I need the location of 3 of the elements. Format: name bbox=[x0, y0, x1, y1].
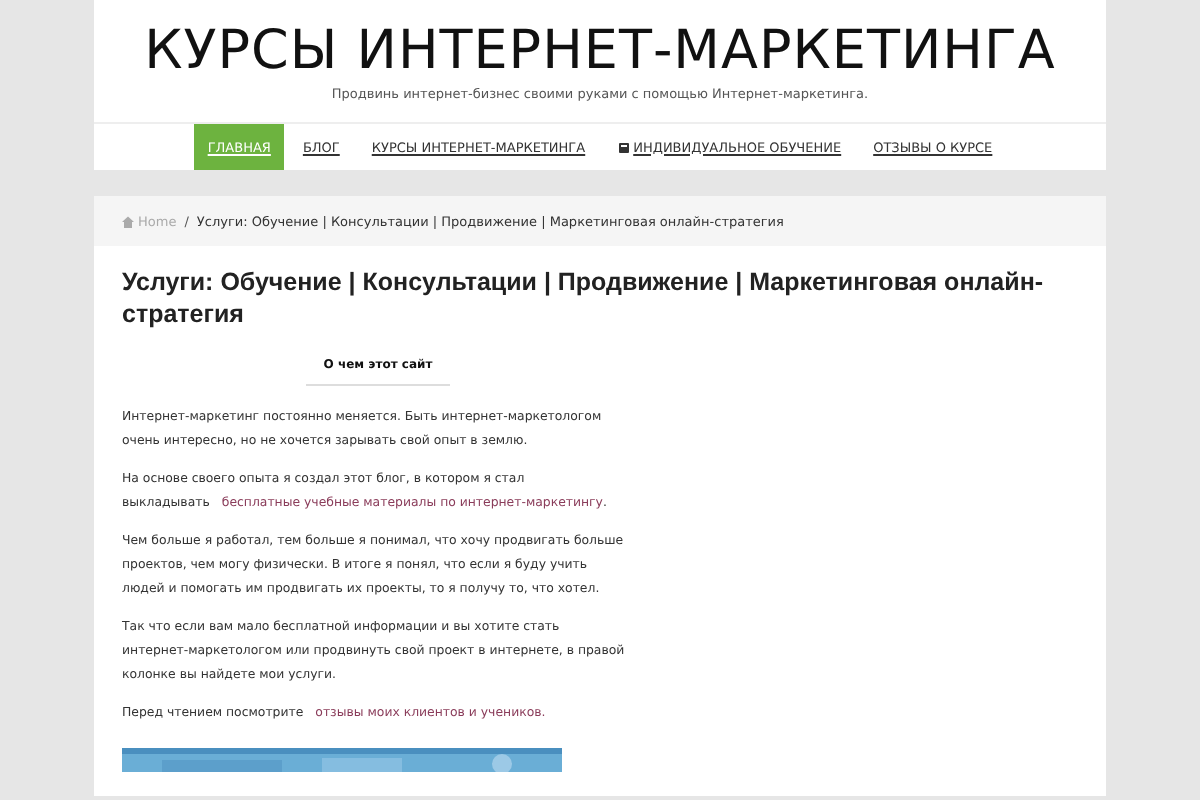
article-title: Услуги: Обучение | Консультации | Продвижение | Маркетинговая онлайн-стратегия bbox=[122, 266, 1046, 330]
home-icon bbox=[122, 215, 134, 227]
site-title: КУРСЫ ИНТЕРНЕТ-МАРКЕТИНГА bbox=[144, 20, 1056, 82]
